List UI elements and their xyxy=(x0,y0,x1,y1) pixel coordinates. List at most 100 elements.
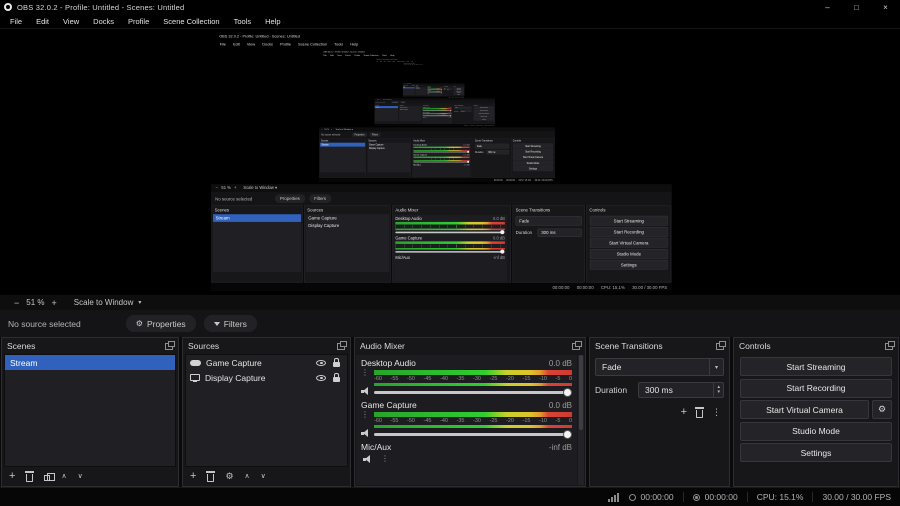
speaker-icon[interactable] xyxy=(361,429,370,437)
volume-slider-handle[interactable] xyxy=(563,387,572,397)
volume-slider[interactable] xyxy=(374,429,572,439)
separator xyxy=(812,492,814,502)
mixer-channel-name: Game Capture xyxy=(361,400,417,410)
remove-transition-button[interactable] xyxy=(695,407,704,418)
start-streaming-button[interactable]: Start Streaming xyxy=(740,357,892,376)
filter-icon xyxy=(213,321,220,326)
spin-down-icon[interactable]: ▾ xyxy=(717,390,720,395)
speaker-icon[interactable] xyxy=(361,387,370,395)
scene-row-stream[interactable]: Stream xyxy=(5,355,175,370)
menu-item-docks[interactable]: Docks xyxy=(86,17,121,26)
source-row-display-capture[interactable]: Display Capture xyxy=(186,370,347,385)
close-button[interactable]: × xyxy=(871,0,900,14)
sources-toolbar: + ⚙ ∧ ∨ xyxy=(183,467,350,486)
maximize-button[interactable]: □ xyxy=(842,0,871,14)
volume-meter-secondary xyxy=(374,383,572,386)
visibility-eye-icon[interactable] xyxy=(316,359,326,366)
start-recording-button[interactable]: Start Recording xyxy=(740,378,892,398)
separator xyxy=(746,492,748,502)
scale-mode-dropdown[interactable]: Scale to Window ▾ xyxy=(74,298,142,307)
source-move-up-button[interactable]: ∧ xyxy=(245,473,250,480)
recording-time-group: 00:00:00 xyxy=(692,492,738,502)
cpu-usage: CPU: 15.1% xyxy=(756,492,804,502)
trash-icon xyxy=(206,471,216,482)
scenes-dock-header: Scenes xyxy=(2,338,178,354)
mixer-scrollbar[interactable] xyxy=(578,355,584,485)
scene-move-down-button[interactable]: ∨ xyxy=(78,473,83,480)
gear-icon: ⚙ xyxy=(135,319,143,328)
mixer-options-icon[interactable]: ⋮ xyxy=(361,368,369,385)
properties-button[interactable]: ⚙ Properties xyxy=(125,315,196,332)
obs-logo-icon xyxy=(4,3,12,11)
mixer-dock-header: Audio Mixer xyxy=(355,338,585,354)
lock-icon[interactable] xyxy=(333,373,340,382)
dock-sources: Sources Game Capture Display Capture + ⚙… xyxy=(182,337,351,487)
scene-move-up-button[interactable]: ∧ xyxy=(61,473,66,480)
mixer-options-icon[interactable]: ⋮ xyxy=(381,454,570,464)
volume-slider[interactable] xyxy=(374,387,572,397)
add-scene-button[interactable]: + xyxy=(9,471,15,482)
captured-obs-window: OBS 32.0.2 - Profile: Untitled - Scenes:… xyxy=(374,58,496,127)
source-properties-button[interactable]: ⚙ xyxy=(225,472,233,481)
studio-mode-button[interactable]: Studio Mode xyxy=(740,421,892,441)
dock-popout-icon[interactable] xyxy=(572,340,582,350)
stream-time-group: 00:00:00 xyxy=(628,492,674,502)
sources-dock-title: Sources xyxy=(188,341,220,351)
volume-slider-handle[interactable] xyxy=(563,429,572,439)
menu-item-edit[interactable]: Edit xyxy=(29,17,56,26)
meter-scale: -60 -55 -50 -45 -40 -35 -30 -25 -20 -15 -10 -5 0 xyxy=(374,418,572,424)
lock-icon[interactable] xyxy=(333,358,340,367)
dock-scene-transitions: Scene Transitions Fade ▾ Duration 300 ms… xyxy=(589,337,730,487)
settings-button[interactable]: Settings xyxy=(740,443,892,462)
scenes-list: Stream xyxy=(4,354,176,467)
zoom-level: 51 % xyxy=(26,298,45,307)
menu-item-file[interactable]: File xyxy=(3,17,29,26)
menu-item-profile[interactable]: Profile xyxy=(121,17,156,26)
transition-options-button[interactable]: ⋮ xyxy=(712,407,721,418)
menu-item-tools[interactable]: Tools xyxy=(227,17,259,26)
chevron-down-icon: ▾ xyxy=(138,300,142,306)
duplicate-scene-button[interactable] xyxy=(44,472,56,481)
mixer-options-icon[interactable]: ⋮ xyxy=(361,410,369,427)
speaker-icon[interactable] xyxy=(363,455,372,464)
duration-spinbox[interactable]: 300 ms ▴ ▾ xyxy=(638,382,724,398)
controls-dock-title: Controls xyxy=(739,341,771,351)
titlebar: OBS 32.0.2 - Profile: Untitled - Scenes:… xyxy=(0,0,900,14)
virtual-camera-config-button[interactable]: ⚙ xyxy=(872,400,892,419)
menu-item-scene-collection[interactable]: Scene Collection xyxy=(156,17,226,26)
dock-popout-icon[interactable] xyxy=(165,340,175,350)
separator xyxy=(682,492,684,502)
menubar: File Edit View Docks Profile Scene Collection… xyxy=(0,14,900,29)
chevron-down-icon: ▾ xyxy=(708,359,723,375)
monitor-icon xyxy=(190,374,200,382)
zoom-out-button[interactable]: − xyxy=(9,298,24,308)
source-move-down-button[interactable]: ∨ xyxy=(261,473,266,480)
dock-area: Scenes Stream + ∧ ∨ Sources Game Capture… xyxy=(1,337,899,487)
scenes-toolbar: + ∧ ∨ xyxy=(2,467,178,486)
transitions-dock-title: Scene Transitions xyxy=(595,341,663,351)
preview-canvas[interactable]: OBS 32.0.2 - Profile: Untitled - Scenes:… xyxy=(0,29,900,295)
scenes-dock-title: Scenes xyxy=(7,341,36,351)
add-transition-button[interactable]: + xyxy=(681,407,687,418)
dock-popout-icon[interactable] xyxy=(716,340,726,350)
visibility-eye-icon[interactable] xyxy=(316,374,326,381)
add-source-button[interactable]: + xyxy=(190,471,196,482)
filters-button[interactable]: Filters xyxy=(203,315,257,332)
source-toolbar: No source selected ⚙ Properties Filters xyxy=(0,310,900,337)
source-row-game-capture[interactable]: Game Capture xyxy=(186,355,347,370)
zoom-in-button[interactable]: + xyxy=(47,298,62,308)
remove-scene-button[interactable] xyxy=(25,471,35,482)
trash-icon xyxy=(25,471,35,482)
remove-source-button[interactable] xyxy=(206,471,216,482)
transition-select[interactable]: Fade ▾ xyxy=(595,358,724,376)
menu-item-help[interactable]: Help xyxy=(258,17,287,26)
dock-popout-icon[interactable] xyxy=(885,340,895,350)
minimize-button[interactable]: – xyxy=(813,0,842,14)
dock-audio-mixer: Audio Mixer Desktop Audio 0.0 dB ⋮ -60 -… xyxy=(354,337,586,487)
start-virtual-camera-button[interactable]: Start Virtual Camera xyxy=(740,400,869,419)
scrollbar-thumb[interactable] xyxy=(579,355,583,431)
window-controls: – □ × xyxy=(813,0,900,14)
gamepad-icon xyxy=(190,359,201,366)
menu-item-view[interactable]: View xyxy=(56,17,86,26)
dock-popout-icon[interactable] xyxy=(337,340,347,350)
